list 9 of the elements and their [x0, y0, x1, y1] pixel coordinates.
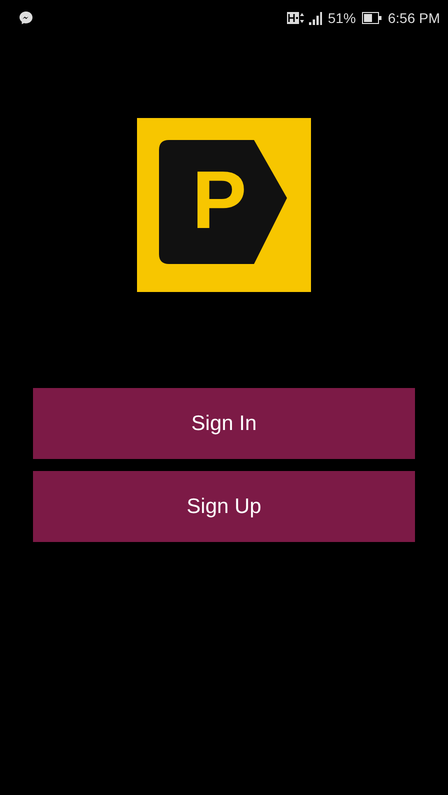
sign-up-button[interactable]: Sign Up	[33, 471, 415, 542]
messenger-icon	[18, 10, 34, 26]
network-type-icon	[286, 11, 305, 25]
battery-icon	[362, 12, 382, 24]
signal-icon	[308, 12, 322, 24]
clock: 6:56 PM	[388, 10, 440, 26]
logo-letter: P	[192, 160, 247, 242]
sign-in-button[interactable]: Sign In	[33, 388, 415, 459]
battery-percent: 51%	[328, 10, 356, 26]
